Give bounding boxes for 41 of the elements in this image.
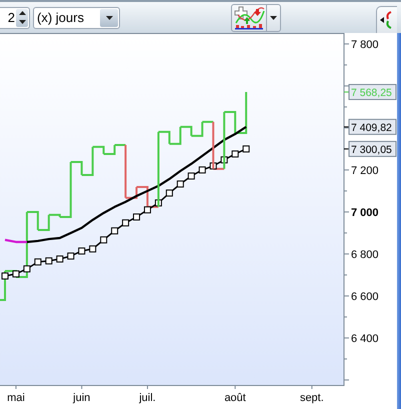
data-point [56, 255, 64, 262]
data-point [133, 213, 140, 220]
data-point [2, 272, 8, 280]
data-point [111, 227, 118, 234]
indicator-button[interactable] [231, 4, 281, 32]
period-dropdown[interactable]: (x) jours [33, 6, 120, 28]
down-arrow-icon [106, 16, 112, 20]
axis-label: 7 000 [351, 206, 379, 219]
data-point [34, 258, 42, 266]
number-spinner[interactable]: 2 [0, 6, 30, 28]
up-arrow-icon [18, 11, 26, 15]
data-point [188, 172, 195, 180]
data-point [89, 245, 96, 252]
axis-label: mai [7, 392, 25, 404]
axis-label: 6 600 [351, 290, 379, 303]
data-point [12, 270, 20, 278]
data-point [67, 252, 74, 260]
data-point [232, 150, 239, 158]
data-point [45, 257, 52, 264]
down-arrow-icon [270, 16, 277, 20]
axis-label: juil. [139, 392, 156, 404]
swap-arrows-icon [380, 10, 394, 30]
axis-label: 7 200 [351, 164, 379, 177]
axis-label: juin [73, 392, 90, 404]
axis-label: sept. [300, 392, 324, 404]
data-point [176, 180, 184, 188]
axis-label: 6 400 [351, 332, 379, 345]
axis-label: août [224, 392, 246, 404]
axis-label: 6 800 [351, 248, 379, 261]
data-point [100, 236, 108, 244]
data-point [198, 166, 206, 174]
down-arrow-icon [18, 20, 26, 24]
chart-icon [232, 4, 267, 30]
data-point [78, 248, 86, 254]
data-point [166, 190, 173, 197]
data-point [144, 206, 151, 214]
data-point [242, 145, 250, 152]
data-point [23, 265, 30, 272]
data-point [122, 219, 130, 226]
axis-label: 7 800 [351, 38, 379, 51]
panel-toggle-tab[interactable] [376, 6, 397, 33]
